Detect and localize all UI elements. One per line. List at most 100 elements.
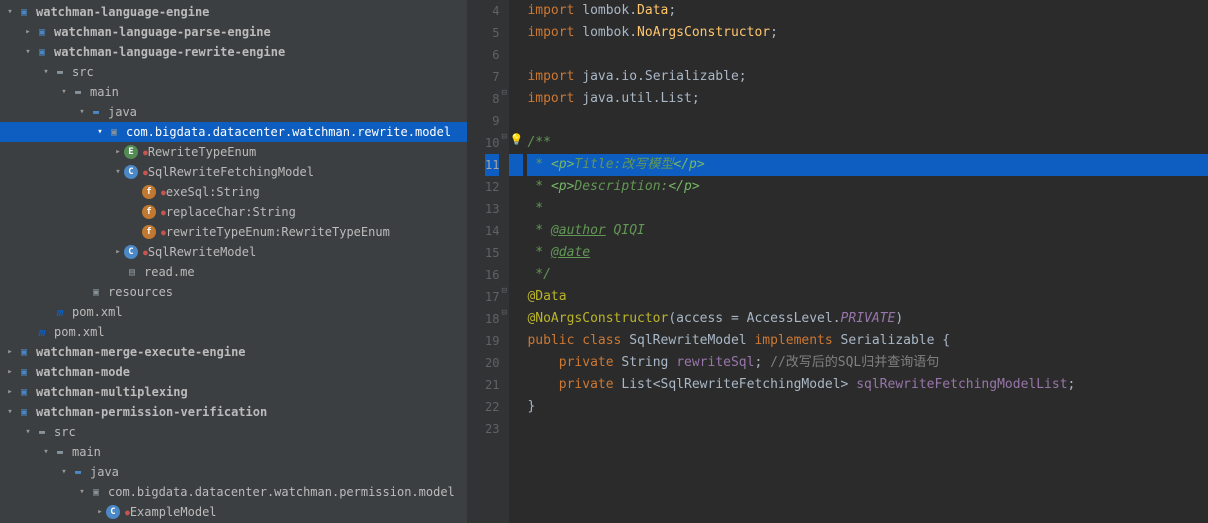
line-number: 15 [485,242,499,264]
code-line[interactable]: import lombok.NoArgsConstructor; [527,22,1208,44]
intention-bulb-icon[interactable]: 💡 [509,133,523,146]
chevron-down-icon: ▾ [58,467,70,477]
tree-label: watchman-mode [36,365,130,379]
code-line[interactable]: * @author QIQI [527,220,1208,242]
chevron-right-icon: ▸ [94,507,106,517]
tree-node-src[interactable]: ▾▬src [0,62,467,82]
tree-node-class[interactable]: ▾C●SqlRewriteFetchingModel [0,162,467,182]
tree-node-class[interactable]: ▸C●SqlRewriteModel [0,242,467,262]
tree-node-main[interactable]: ▾▬main [0,442,467,462]
fold-icon[interactable]: ⊟ [501,308,506,318]
code-editor[interactable]: 4 5 6 7 8 9 10 11 12 13 14 15 16 17 18 1… [467,0,1208,523]
line-number: 22 [485,396,499,418]
code-line[interactable]: /** [527,132,1208,154]
code-line[interactable]: import java.io.Serializable; [527,66,1208,88]
code-line[interactable]: * @date [527,242,1208,264]
tree-node-resources[interactable]: ▣ resources [0,282,467,302]
code-line[interactable] [527,44,1208,66]
chevron-down-icon: ▾ [76,107,88,117]
tree-node[interactable]: ▸▣watchman-language-parse-engine [0,22,467,42]
chevron-right-icon: ▸ [4,387,16,397]
chevron-down-icon: ▾ [22,47,34,57]
tree-label: watchman-permission-verification [36,405,267,419]
tree-node-src[interactable]: ▾▬src [0,422,467,442]
code-line[interactable]: import java.util.List; [527,88,1208,110]
tree-node-package[interactable]: ▾▣com.bigdata.datacenter.watchman.permis… [0,482,467,502]
tree-label: read.me [144,265,195,279]
fold-icon[interactable]: ⊟ [501,286,506,296]
line-number: 18 [485,308,499,330]
chevron-right-icon: ▸ [112,147,124,157]
tree-node-java[interactable]: ▾▬java [0,102,467,122]
tree-node-field[interactable]: f●exeSql:String [0,182,467,202]
chevron-right-icon: ▸ [4,347,16,357]
tree-node-root[interactable]: ▾▣watchman-language-engine [0,2,467,22]
chevron-right-icon: ▸ [4,367,16,377]
line-number-current: 11 [485,154,499,176]
tree-node-class[interactable]: ▸E●RewriteTypeEnum [0,142,467,162]
project-tree[interactable]: ▾▣watchman-language-engine ▸▣watchman-la… [0,0,467,523]
tree-label: SqlRewriteModel [148,245,256,259]
tree-node[interactable]: ▸▣ watchman-mode [0,362,467,382]
line-number: 5 [485,22,499,44]
fold-icon[interactable]: ⊟ [501,88,506,98]
code-line[interactable]: @Data [527,286,1208,308]
class-icon: C [124,165,138,179]
line-number: 7 [485,66,499,88]
line-number: 23 [485,418,499,440]
tree-label: main [90,85,119,99]
code-line[interactable]: private String rewriteSql; //改写后的SQL归并查询… [527,352,1208,374]
tree-node[interactable]: ▸▣watchman-merge-execute-engine [0,342,467,362]
code-line[interactable] [527,110,1208,132]
code-line[interactable]: @NoArgsConstructor(access = AccessLevel.… [527,308,1208,330]
code-area[interactable]: import lombok.Data; import lombok.NoArgs… [523,0,1208,523]
code-line[interactable]: public class SqlRewriteModel implements … [527,330,1208,352]
tree-node-pom[interactable]: m pom.xml [0,302,467,322]
tree-node-field[interactable]: f●replaceChar:String [0,202,467,222]
chevron-down-icon: ▾ [94,127,106,137]
tree-node[interactable]: ▸▣watchman-multiplexing [0,382,467,402]
code-line[interactable]: } [527,396,1208,418]
tree-node-pom[interactable]: mpom.xml [0,322,467,342]
file-icon: ▤ [124,264,140,280]
module-icon: ▣ [16,364,32,380]
line-number: 13 [485,198,499,220]
line-number: 10 [485,132,499,154]
tree-label: pom.xml [72,305,123,319]
code-line[interactable] [527,418,1208,440]
module-icon: ▣ [34,24,50,40]
tree-node-main[interactable]: ▾▬main [0,82,467,102]
tree-node-java[interactable]: ▾▬java [0,462,467,482]
fold-icon[interactable]: ⊟ [501,132,506,142]
code-line[interactable]: import lombok.Data; [527,0,1208,22]
package-icon: ▣ [106,124,122,140]
code-line[interactable]: private List<SqlRewriteFetchingModel> sq… [527,374,1208,396]
tree-label: resources [108,285,173,299]
maven-icon: m [52,304,68,320]
tree-node-field[interactable]: f●rewriteTypeEnum:RewriteTypeEnum [0,222,467,242]
tree-label: watchman-multiplexing [36,385,188,399]
resources-icon: ▣ [88,284,104,300]
code-line[interactable]: * <p>Description:</p> [527,176,1208,198]
line-number: 21 [485,374,499,396]
line-number: 6 [485,44,499,66]
tree-node[interactable]: ▾▣watchman-language-rewrite-engine [0,42,467,62]
line-number: 12 [485,176,499,198]
tree-node-class[interactable]: ▸C●ExampleModel [0,502,467,522]
module-icon: ▣ [16,404,32,420]
code-line[interactable]: * [527,198,1208,220]
folder-icon: ▬ [34,424,50,440]
code-line[interactable]: */ [527,264,1208,286]
class-icon: C [124,245,138,259]
tree-label: exeSql:String [166,185,260,199]
tree-node-file[interactable]: ▤ read.me [0,262,467,282]
tree-node[interactable]: ▾▣watchman-permission-verification [0,402,467,422]
folder-icon: ▬ [52,444,68,460]
tree-label: ExampleModel [130,505,217,519]
tree-node-package[interactable]: ▾▣com.bigdata.datacenter.watchman.rewrit… [0,122,467,142]
tree-label: watchman-merge-execute-engine [36,345,246,359]
code-line-current[interactable]: * <p>Title:改写模型</p> [527,154,1208,176]
tree-label: java [108,105,137,119]
source-folder-icon: ▬ [70,464,86,480]
folder-icon: ▬ [70,84,86,100]
